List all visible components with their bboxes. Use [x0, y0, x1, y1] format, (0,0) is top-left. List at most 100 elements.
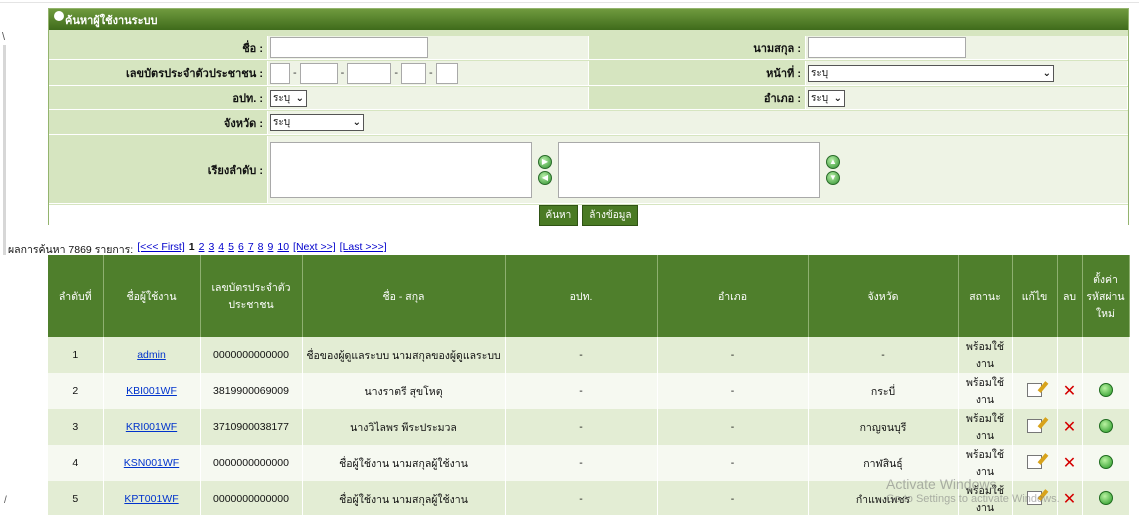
username-link[interactable]: admin — [137, 349, 166, 361]
cell-province: กระบี่ — [808, 373, 959, 409]
left-scroll-edge: \ / — [0, 25, 10, 515]
cell-district: - — [657, 481, 809, 515]
citizen-id-label: เลขบัตรประจำตัวประชาชน : — [49, 61, 268, 86]
table-row: 4 KSN001WF 0000000000000 ชื่อผู้ใช้งาน น… — [48, 445, 1130, 481]
cell-citizen-id: 3710900038177 — [200, 409, 303, 445]
cell-username: KRI001WF — [103, 409, 201, 445]
cell-province: - — [808, 337, 959, 373]
header-province: จังหวัด — [808, 255, 959, 337]
cell-citizen-id: 3819900069009 — [200, 373, 303, 409]
header-delete: ลบ — [1057, 255, 1083, 337]
sort-transfer-buttons: ▶ ◀ — [538, 154, 552, 185]
username-link[interactable]: KBI001WF — [126, 385, 177, 397]
position-select[interactable]: ระบุ ⌄ — [808, 64, 1054, 82]
delete-icon[interactable]: ✕ — [1063, 383, 1076, 400]
citizen-id-part-2[interactable] — [299, 62, 338, 84]
cell-province: กำแพงเพชร — [808, 481, 959, 515]
chevron-down-icon: ⌄ — [352, 117, 361, 128]
cell-province: กาฬสินธุ์ — [808, 445, 959, 481]
first-name-input[interactable] — [270, 37, 428, 58]
edit-icon[interactable] — [1027, 454, 1042, 469]
top-divider — [0, 0, 1139, 3]
district-label: อำเภอ : — [589, 87, 806, 110]
header-citizen-id: เลขบัตรประจำตัวประชาชน — [200, 255, 303, 337]
move-up-icon[interactable]: ▲ — [826, 154, 840, 169]
cell-no: 4 — [48, 445, 104, 481]
cell-citizen-id: 0000000000000 — [200, 481, 303, 515]
sort-order-buttons: ▲ ▼ — [826, 154, 840, 185]
header-reset-password: ตั้งค่ารหัสผ่านใหม่ — [1082, 255, 1130, 337]
reset-password-icon[interactable] — [1098, 490, 1113, 505]
sort-available-list[interactable] — [270, 141, 532, 198]
cell-no: 2 — [48, 373, 104, 409]
clear-button[interactable]: ล้างข้อมูล — [582, 204, 639, 226]
cell-status: พร้อมใช้งาน — [958, 409, 1013, 445]
citizen-id-dash: - — [340, 67, 345, 79]
table-row: 2 KBI001WF 3819900069009 นางราตรี สุขโหต… — [48, 373, 1130, 409]
edit-icon[interactable] — [1027, 382, 1042, 397]
cell-district: - — [657, 373, 809, 409]
search-panel-title: ค้นหาผู้ใช้งานระบบ — [65, 14, 158, 27]
edit-icon[interactable] — [1027, 418, 1042, 433]
left-scrollbar[interactable] — [3, 45, 6, 255]
org-select-value: ระบุ — [273, 92, 291, 104]
header-org: อปท. — [505, 255, 658, 337]
username-link[interactable]: KRI001WF — [126, 421, 177, 433]
page: \ / ค้นหาผู้ใช้งานระบบ ชื่อ : นามสกุล : … — [0, 0, 1139, 515]
reset-password-icon[interactable] — [1098, 418, 1113, 433]
results-table: ลำดับที่ ชื่อผู้ใช้งาน เลขบัตรประจำตัวปร… — [48, 255, 1130, 515]
province-select-value: ระบุ — [273, 117, 291, 128]
citizen-id-dash: - — [293, 67, 297, 79]
citizen-id-part-1[interactable] — [270, 62, 290, 84]
citizen-id-part-3[interactable] — [347, 62, 392, 84]
last-name-input[interactable] — [808, 37, 966, 58]
cell-org: - — [505, 373, 658, 409]
cell-citizen-id: 0000000000000 — [200, 445, 303, 481]
cell-status: พร้อมใช้งาน — [958, 445, 1013, 481]
last-name-cell — [806, 36, 1128, 60]
search-button[interactable]: ค้นหา — [538, 204, 579, 226]
cell-delete — [1057, 337, 1083, 373]
cell-delete: ✕ — [1057, 409, 1083, 445]
org-select[interactable]: ระบุ ⌄ — [270, 89, 307, 107]
cell-edit — [1012, 481, 1058, 515]
move-down-icon[interactable]: ▼ — [826, 170, 840, 185]
sort-selected-list[interactable] — [558, 141, 820, 198]
delete-icon[interactable]: ✕ — [1063, 491, 1076, 508]
cell-edit — [1012, 445, 1058, 481]
cell-org: - — [505, 337, 658, 373]
citizen-id-part-4[interactable] — [401, 62, 427, 84]
cell-edit — [1012, 373, 1058, 409]
username-link[interactable]: KPT001WF — [124, 493, 178, 505]
cell-reset — [1082, 445, 1130, 481]
cell-fullname: ชื่อของผู้ดูแลระบบ นามสกุลของผู้ดูแลระบบ — [302, 337, 506, 373]
cell-no: 1 — [48, 337, 104, 373]
cell-status: พร้อมใช้งาน — [958, 481, 1013, 515]
reset-password-icon[interactable] — [1098, 382, 1113, 397]
move-left-icon[interactable]: ◀ — [538, 170, 552, 185]
edit-icon[interactable] — [1027, 490, 1042, 505]
reset-password-icon[interactable] — [1098, 454, 1113, 469]
panel-bullet-icon — [54, 11, 64, 21]
cell-province: กาญจนบุรี — [808, 409, 959, 445]
district-select[interactable]: ระบุ ⌄ — [808, 89, 845, 107]
cell-reset — [1082, 373, 1130, 409]
cell-fullname: นางราตรี สุขโหตุ — [302, 373, 506, 409]
sort-label: เรียงลำดับ : — [49, 136, 268, 204]
delete-icon[interactable]: ✕ — [1063, 419, 1076, 436]
username-link[interactable]: KSN001WF — [124, 457, 179, 469]
move-right-icon[interactable]: ▶ — [538, 154, 552, 169]
table-header-row: ลำดับที่ ชื่อผู้ใช้งาน เลขบัตรประจำตัวปร… — [48, 255, 1130, 337]
search-button-row: ค้นหา ล้างข้อมูล — [49, 204, 1128, 226]
delete-icon[interactable]: ✕ — [1063, 455, 1076, 472]
search-row-org: อปท. : ระบุ ⌄ อำเภอ : ระบุ ⌄ — [49, 87, 1128, 110]
search-panel-header: ค้นหาผู้ใช้งานระบบ — [49, 9, 1128, 30]
cell-username: KPT001WF — [103, 481, 201, 515]
district-cell: ระบุ ⌄ — [806, 87, 1128, 110]
citizen-id-part-5[interactable] — [435, 62, 458, 84]
cell-fullname: ชื่อผู้ใช้งาน นามสกุลผู้ใช้งาน — [302, 445, 506, 481]
org-label: อปท. : — [49, 87, 268, 110]
province-select[interactable]: ระบุ ⌄ — [270, 114, 364, 131]
chevron-down-icon: ⌄ — [1042, 67, 1051, 79]
cell-reset — [1082, 481, 1130, 515]
